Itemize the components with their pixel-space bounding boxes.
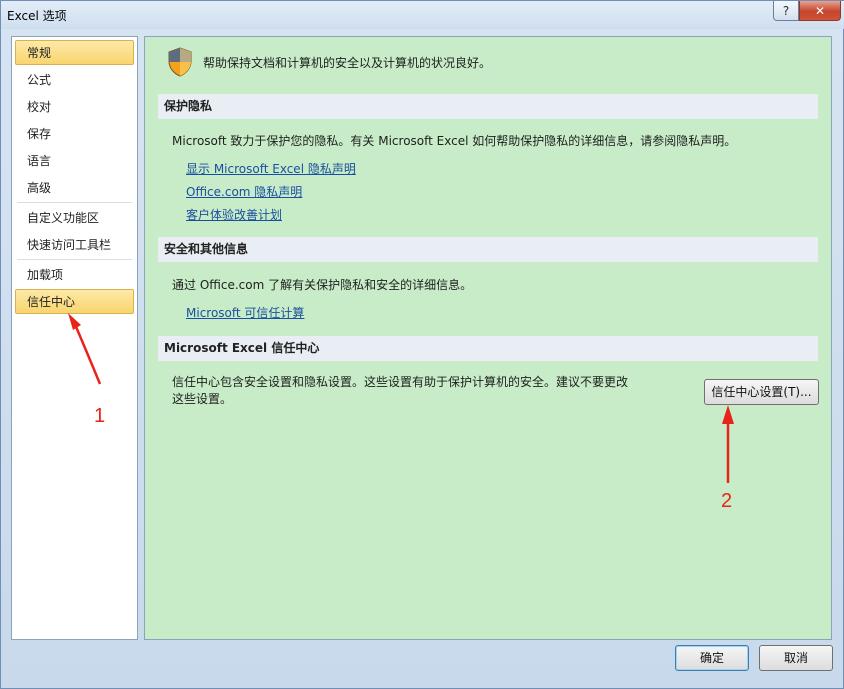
nav-item-quick-access-toolbar[interactable]: 快速访问工具栏 xyxy=(15,232,134,257)
link-excel-privacy-statement[interactable]: 显示 Microsoft Excel 隐私声明 xyxy=(186,160,356,177)
trust-center-description-line2: 这些设置。 xyxy=(172,392,233,406)
nav-item-label: 高级 xyxy=(27,181,52,195)
section-trust-center-title: Microsoft Excel 信任中心 xyxy=(158,336,818,361)
nav-item-add-ins[interactable]: 加载项 xyxy=(15,262,134,287)
nav-item-customize-ribbon[interactable]: 自定义功能区 xyxy=(15,205,134,230)
trust-center-settings-button[interactable]: 信任中心设置(T)... xyxy=(704,379,819,405)
link-officecom-privacy-statement[interactable]: Office.com 隐私声明 xyxy=(186,183,302,200)
panel-header-text: 帮助保持文档和计算机的安全以及计算机的状况良好。 xyxy=(203,55,492,70)
annotation-label-1: 1 xyxy=(94,405,106,427)
nav-item-label: 自定义功能区 xyxy=(27,211,100,225)
cancel-button[interactable]: 取消 xyxy=(759,645,833,671)
title-buttons: ? ✕ xyxy=(773,1,841,21)
help-icon: ? xyxy=(782,3,790,18)
title-bar: Excel 选项 ? ✕ xyxy=(1,1,844,29)
nav-item-label: 保存 xyxy=(27,127,52,141)
security-description: 通过 Office.com 了解有关保护隐私和安全的详细信息。 xyxy=(172,278,473,292)
shield-icon xyxy=(168,47,192,77)
privacy-description: Microsoft 致力于保护您的隐私。有关 Microsoft Excel 如… xyxy=(172,134,737,148)
nav-item-label: 校对 xyxy=(27,100,52,114)
nav-item-general[interactable]: 常规 xyxy=(15,40,134,65)
panel-header: 帮助保持文档和计算机的安全以及计算机的状况良好。 xyxy=(167,47,491,77)
ok-button[interactable]: 确定 xyxy=(675,645,749,671)
section-security-title: 安全和其他信息 xyxy=(158,237,818,262)
link-trustworthy-computing[interactable]: Microsoft 可信任计算 xyxy=(186,304,304,321)
nav-item-proofing[interactable]: 校对 xyxy=(15,94,134,119)
section-privacy-title: 保护隐私 xyxy=(158,94,818,119)
nav-separator xyxy=(17,259,132,260)
nav-item-label: 公式 xyxy=(27,73,52,87)
nav-item-language[interactable]: 语言 xyxy=(15,148,134,173)
nav-item-formulas[interactable]: 公式 xyxy=(15,67,134,92)
link-customer-experience-program[interactable]: 客户体验改善计划 xyxy=(186,206,282,223)
nav-item-advanced[interactable]: 高级 xyxy=(15,175,134,200)
close-icon: ✕ xyxy=(814,3,826,18)
nav-item-trust-center[interactable]: 信任中心 xyxy=(15,289,134,314)
options-nav: 常规 公式 校对 保存 语言 高级 自定义功能区 快速访问工具栏 加载项 信任中… xyxy=(11,36,138,640)
annotation-label-2: 2 xyxy=(721,490,733,512)
excel-options-dialog: Excel 选项 ? ✕ 常规 公式 校对 保存 语言 高级 自定义功能区 快速… xyxy=(0,0,844,689)
help-button[interactable]: ? xyxy=(773,1,799,21)
nav-item-label: 信任中心 xyxy=(27,295,76,309)
nav-item-label: 加载项 xyxy=(27,268,64,282)
close-button[interactable]: ✕ xyxy=(799,1,841,21)
window-title: Excel 选项 xyxy=(7,9,67,23)
nav-item-label: 语言 xyxy=(27,154,52,168)
nav-item-label: 常规 xyxy=(27,46,52,60)
trust-center-description-line1: 信任中心包含安全设置和隐私设置。这些设置有助于保护计算机的安全。建议不要更改 xyxy=(172,375,629,389)
nav-item-save[interactable]: 保存 xyxy=(15,121,134,146)
trust-center-panel: 帮助保持文档和计算机的安全以及计算机的状况良好。 保护隐私 Microsoft … xyxy=(144,36,832,640)
nav-separator xyxy=(17,202,132,203)
nav-item-label: 快速访问工具栏 xyxy=(27,238,112,252)
